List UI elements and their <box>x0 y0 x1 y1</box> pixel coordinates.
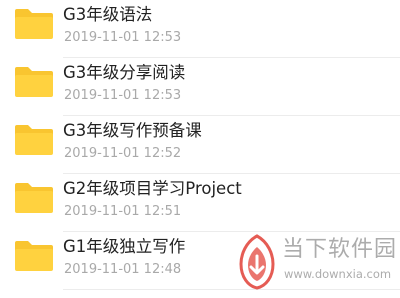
folder-date: 2019-11-01 12:48 <box>64 262 182 277</box>
folder-icon <box>14 124 54 156</box>
folder-name: G2年级项目学习Project <box>63 179 242 198</box>
folder-date: 2019-11-01 12:51 <box>64 204 182 219</box>
folder-row[interactable]: G3年级语法 2019-11-01 12:53 <box>0 0 400 58</box>
folder-row[interactable]: G3年级分享阅读 2019-11-01 12:53 <box>0 58 400 116</box>
folder-icon <box>14 8 54 40</box>
folder-row[interactable]: G3年级写作预备课 2019-11-01 12:52 <box>0 116 400 174</box>
folder-date: 2019-11-01 12:53 <box>64 30 182 45</box>
watermark-title: 当下软件园 <box>282 237 398 262</box>
folder-name: G3年级写作预备课 <box>63 121 202 140</box>
folder-icon <box>14 182 54 214</box>
file-list: G3年级语法 2019-11-01 12:53 G3年级分享阅读 2019-11… <box>0 0 400 298</box>
folder-icon <box>14 66 54 98</box>
watermark-url: www.downxia.com <box>284 267 392 281</box>
folder-row[interactable]: G2年级项目学习Project 2019-11-01 12:51 <box>0 174 400 232</box>
folder-name: G1年级独立写作 <box>63 237 186 256</box>
folder-date: 2019-11-01 12:53 <box>64 88 182 103</box>
folder-date: 2019-11-01 12:52 <box>64 146 182 161</box>
watermark: 当下软件园 www.downxia.com <box>232 232 400 298</box>
downxia-logo-icon <box>236 234 278 290</box>
folder-icon <box>14 240 54 272</box>
folder-name: G3年级分享阅读 <box>63 63 186 82</box>
folder-name: G3年级语法 <box>63 5 153 24</box>
